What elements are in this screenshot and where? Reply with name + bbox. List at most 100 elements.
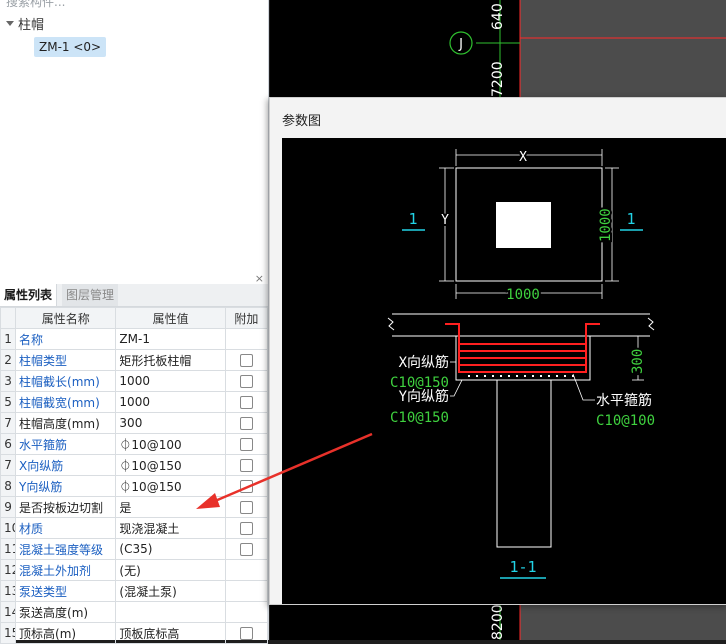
- property-value[interactable]: 1000: [115, 391, 226, 413]
- row-index: 14: [0, 601, 17, 623]
- header-name: 属性名称: [15, 307, 117, 329]
- header-index: [0, 307, 17, 329]
- property-value[interactable]: 矩形托板柱帽: [115, 349, 226, 371]
- table-row[interactable]: 8 Y向纵筋 ⏀10@150: [0, 475, 269, 497]
- property-value[interactable]: 300: [115, 412, 226, 434]
- property-name: 是否按板边切割: [15, 496, 117, 518]
- x-rebar-label: X向纵筋: [399, 354, 449, 371]
- property-extra: [224, 412, 269, 434]
- cad-dim-mid: 7200: [490, 61, 506, 97]
- table-row[interactable]: 6 水平箍筋 ⏀10@100: [0, 433, 269, 455]
- property-value[interactable]: (混凝土泵): [115, 580, 226, 602]
- property-value[interactable]: ⏀10@100: [115, 433, 226, 455]
- row-index: 2: [0, 349, 17, 371]
- tab-layer-management[interactable]: 图层管理: [62, 284, 119, 306]
- property-name: 柱帽截宽(mm): [15, 391, 117, 413]
- stirrup-spec: C10@100: [596, 413, 655, 429]
- extra-checkbox[interactable]: [239, 396, 253, 409]
- row-index: 7: [0, 412, 17, 434]
- table-row[interactable]: 7 柱帽高度(mm) 300: [0, 412, 269, 434]
- extra-checkbox[interactable]: [239, 354, 253, 367]
- property-name: 混凝土强度等级: [15, 538, 117, 560]
- property-name: 柱帽高度(mm): [15, 412, 117, 434]
- property-extra: [224, 580, 269, 602]
- search-input[interactable]: 搜索构件...: [0, 0, 268, 8]
- table-row[interactable]: 11混凝土强度等级(C35): [0, 538, 269, 560]
- property-name: 混凝土外加剂: [15, 559, 117, 581]
- table-row[interactable]: 2 柱帽类型 矩形托板柱帽: [0, 349, 269, 371]
- property-value[interactable]: ⏀10@150: [115, 454, 226, 476]
- property-extra: [224, 370, 269, 392]
- row-index: 8: [0, 475, 17, 497]
- property-value[interactable]: 现浇混凝土: [115, 517, 226, 539]
- table-row[interactable]: 9 是否按板边切割是: [0, 496, 269, 518]
- extra-checkbox[interactable]: [239, 417, 253, 430]
- extra-checkbox[interactable]: [239, 627, 253, 640]
- y-rebar-spec: C10@150: [390, 410, 449, 426]
- tree-item-zm1[interactable]: ZM-1 <0>: [34, 37, 107, 57]
- plan-y-label: Y: [441, 213, 449, 228]
- table-row[interactable]: 14泵送高度(m): [0, 601, 269, 623]
- property-value[interactable]: ⏀10@150: [115, 475, 226, 497]
- plan-view: X Y 1000 1000 1 1: [402, 148, 643, 305]
- property-name: 柱帽截长(mm): [15, 370, 117, 392]
- extra-checkbox[interactable]: [239, 543, 253, 556]
- property-value[interactable]: 顶板底标高: [115, 622, 226, 644]
- property-name: 顶标高(m): [15, 622, 117, 644]
- stirrup-label: 水平箍筋: [596, 392, 652, 409]
- table-header-row: 属性名称 属性值 附加: [0, 307, 269, 329]
- extra-checkbox[interactable]: [239, 375, 253, 388]
- table-row[interactable]: 3 柱帽截长(mm) 1000: [0, 370, 269, 392]
- section-depth-dim: 300: [630, 349, 646, 374]
- tree-node-label: 柱帽: [18, 18, 45, 33]
- component-tree: 搜索构件... 柱帽 ZM-1 <0>: [0, 0, 269, 272]
- property-extra: [224, 454, 269, 476]
- tab-property-list[interactable]: 属性列表: [0, 284, 58, 306]
- table-row[interactable]: 15顶标高(m)顶板底标高: [0, 622, 269, 644]
- property-extra: [224, 559, 269, 581]
- section-title: 1-1: [509, 558, 536, 576]
- property-value[interactable]: ZM-1: [115, 328, 226, 350]
- property-extra: [224, 328, 269, 350]
- property-table: 属性名称 属性值 附加 1 名称 ZM-1 2 柱帽类型 矩形托板柱帽 3 柱帽截长(mm) 1…: [0, 307, 269, 644]
- section-view: 300 X向纵筋 C10@150 Y向纵筋 C10@150 水平箍筋 C10@1…: [387, 313, 655, 579]
- row-index: 13: [0, 580, 17, 602]
- extra-checkbox[interactable]: [239, 438, 253, 451]
- extra-checkbox[interactable]: [239, 480, 253, 493]
- row-index: 10: [0, 517, 17, 539]
- property-name: 泵送高度(m): [15, 601, 117, 623]
- property-value[interactable]: [115, 601, 226, 623]
- table-row[interactable]: 5 柱帽截宽(mm) 1000: [0, 391, 269, 413]
- property-value[interactable]: (C35): [115, 538, 226, 560]
- property-name: 材质: [15, 517, 117, 539]
- property-extra: [224, 349, 269, 371]
- table-row[interactable]: 10材质现浇混凝土: [0, 517, 269, 539]
- property-name: 水平箍筋: [15, 433, 117, 455]
- parameter-drawing: X Y 1000 1000 1 1 300 X向纵筋 C10@150 Y向纵筋 …: [282, 138, 726, 604]
- plan-x-label: X: [519, 150, 527, 165]
- row-index: 12: [0, 559, 17, 581]
- property-extra: [224, 601, 269, 623]
- table-row[interactable]: 1 名称 ZM-1: [0, 328, 269, 350]
- property-value[interactable]: 是: [115, 496, 226, 518]
- plan-width-dim: 1000: [506, 287, 540, 303]
- extra-checkbox[interactable]: [239, 459, 253, 472]
- table-row[interactable]: 13泵送类型(混凝土泵): [0, 580, 269, 602]
- property-value[interactable]: 1000: [115, 370, 226, 392]
- row-index: 3: [0, 370, 17, 392]
- dialog-title: 参数图: [282, 114, 322, 129]
- parameter-dialog[interactable]: 参数图 X Y 1000 1000 1 1 300 X向纵筋 C10@150 Y…: [269, 97, 726, 605]
- extra-checkbox[interactable]: [239, 522, 253, 535]
- table-row[interactable]: 7 X向纵筋 ⏀10@150: [0, 454, 269, 476]
- tree-node-column-cap[interactable]: 柱帽: [6, 14, 44, 33]
- row-index: 7: [0, 454, 17, 476]
- extra-checkbox[interactable]: [239, 501, 253, 514]
- row-index: 15: [0, 622, 17, 644]
- row-index: 11: [0, 538, 17, 560]
- cad-dim-top: 640: [490, 3, 506, 30]
- property-tabs: 属性列表 图层管理: [0, 284, 268, 307]
- property-value[interactable]: (无): [115, 559, 226, 581]
- table-row[interactable]: 12混凝土外加剂(无): [0, 559, 269, 581]
- expand-triangle-icon[interactable]: [6, 21, 14, 26]
- axis-label: J: [458, 37, 463, 52]
